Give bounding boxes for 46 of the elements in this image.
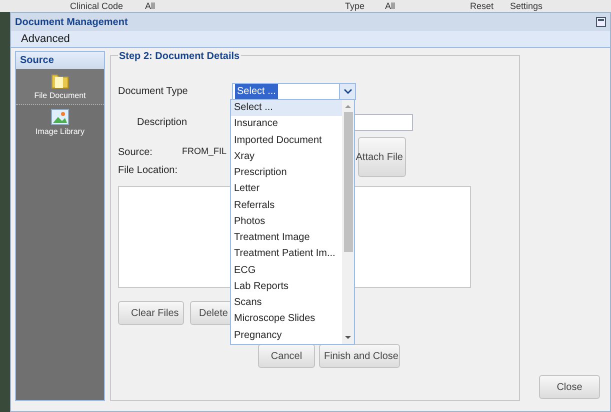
menu-item[interactable]: Advanced — [21, 30, 70, 48]
action-button[interactable]: Clear Files — [118, 301, 184, 325]
scroll-thumb[interactable] — [344, 112, 352, 252]
sidebar-item[interactable]: Image Library — [16, 105, 104, 140]
close-button[interactable]: Close — [539, 375, 600, 399]
field-label: Description — [137, 116, 188, 130]
footer-button[interactable]: Cancel — [258, 344, 315, 368]
dropdown-option[interactable]: Prescription — [231, 165, 342, 182]
sidebar-item[interactable]: File Document — [16, 69, 104, 105]
settings-link[interactable]: Settings — [510, 2, 543, 10]
dropdown-toggle[interactable] — [339, 84, 355, 98]
dropdown-option[interactable]: Treatment Patient Im... — [231, 246, 342, 263]
dropdown-option[interactable]: Photos — [231, 214, 342, 230]
dropdown-option[interactable]: Letter — [231, 181, 342, 198]
sidebar-label: File Document — [34, 90, 86, 102]
window-title: Document Management — [15, 16, 128, 30]
filter-value: All — [145, 2, 156, 10]
dropdown-option[interactable]: Insurance — [231, 116, 342, 133]
dropdown-option[interactable]: Imported Document — [231, 132, 342, 149]
image-icon — [51, 109, 69, 125]
dropdown-option[interactable]: Referrals — [231, 198, 342, 214]
filter-label: Type — [345, 2, 366, 10]
maximize-icon[interactable] — [596, 17, 606, 27]
dropdown-option[interactable]: Treatment Image — [231, 230, 342, 246]
select-value: Select ... — [235, 84, 278, 98]
dropdown-option[interactable]: Select ... — [231, 100, 342, 116]
field-label: File Location: — [118, 164, 178, 178]
scrollbar[interactable] — [342, 100, 354, 344]
source-value: FROM_FIL — [182, 145, 227, 158]
field-label: Document Type — [118, 84, 189, 98]
dropdown-option[interactable]: Lab Reports — [231, 278, 342, 296]
folder-icon — [51, 73, 69, 89]
reset-link[interactable]: Reset — [470, 2, 510, 10]
fieldset-title: Step 2: Document Details — [118, 49, 241, 64]
attach-file-button[interactable]: Attach File — [358, 137, 406, 177]
sidebar-header: Source — [16, 52, 104, 69]
filter-label: Clinical Code — [70, 2, 124, 10]
footer-button[interactable]: Finish and Close — [319, 344, 400, 368]
document-type-select[interactable]: Select ... — [232, 82, 356, 100]
filter-value: All — [385, 2, 396, 10]
source-label: Source: — [118, 146, 154, 160]
chevron-down-icon — [344, 88, 352, 94]
dropdown-option[interactable]: Xray — [231, 148, 342, 166]
dropdown-option[interactable]: ECG — [231, 262, 342, 279]
dropdown-option[interactable]: Pregnancy — [231, 328, 342, 344]
sidebar-label: Image Library — [36, 126, 84, 138]
